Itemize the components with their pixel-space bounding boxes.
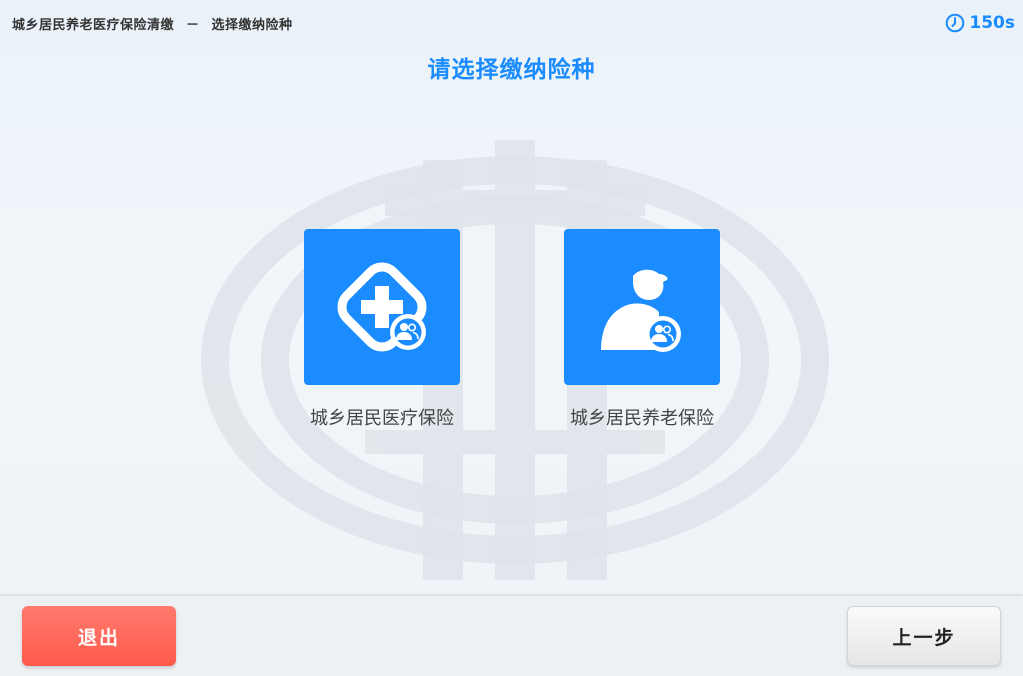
breadcrumb: 城乡居民养老医疗保险清缴 － 选择缴纳险种 bbox=[12, 14, 293, 33]
emblem-watermark-icon bbox=[201, 140, 829, 580]
medical-cross-user-icon bbox=[337, 262, 427, 352]
top-bar: 城乡居民养老医疗保险清缴 － 选择缴纳险种 150s bbox=[0, 0, 1023, 46]
option-label: 城乡居民医疗保险 bbox=[310, 408, 454, 429]
clock-icon bbox=[946, 13, 965, 33]
breadcrumb-current: 选择缴纳险种 bbox=[211, 18, 293, 33]
timer-value: 150s bbox=[969, 13, 1015, 33]
option-medical-insurance[interactable]: 城乡居民医疗保险 bbox=[304, 229, 460, 430]
page-title: 请选择缴纳险种 bbox=[427, 57, 596, 83]
option-tile[interactable] bbox=[304, 229, 460, 385]
elderly-person-user-icon bbox=[601, 269, 681, 352]
previous-step-button[interactable]: 上一步 bbox=[847, 606, 1001, 666]
breadcrumb-main: 城乡居民养老医疗保险清缴 bbox=[12, 18, 175, 33]
breadcrumb-separator: － bbox=[186, 18, 200, 33]
exit-button[interactable]: 退出 bbox=[22, 606, 176, 666]
option-tile[interactable] bbox=[564, 229, 720, 385]
countdown-timer: 150s bbox=[945, 11, 1015, 35]
footer-bar: 退出 上一步 bbox=[0, 596, 1023, 676]
option-label: 城乡居民养老保险 bbox=[570, 408, 714, 429]
screen: 城乡居民养老医疗保险清缴－选择缴纳险种 150s 请选择缴纳险种 城乡居民医疗保… bbox=[0, 0, 1023, 676]
option-pension-insurance[interactable]: 城乡居民养老保险 bbox=[564, 229, 720, 430]
